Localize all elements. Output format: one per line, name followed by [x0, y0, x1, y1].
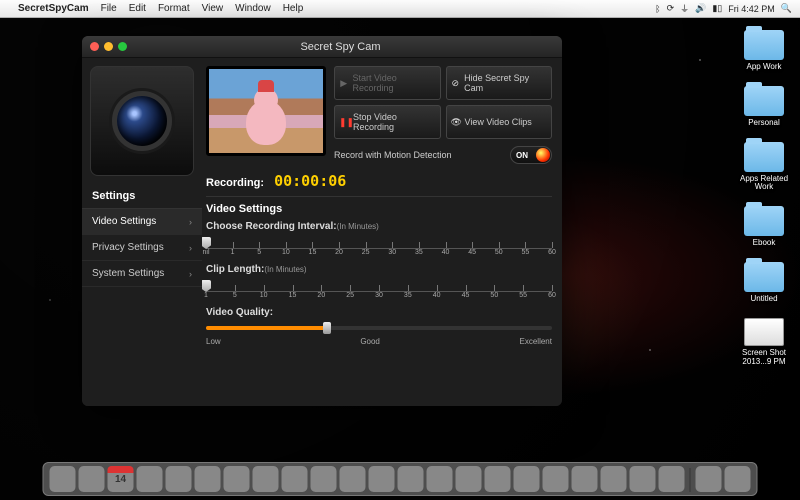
hide-icon: ⊘ — [451, 78, 461, 89]
dock-app-14[interactable] — [427, 466, 453, 492]
video-preview — [206, 66, 326, 156]
pause-icon: ❚❚ — [339, 117, 349, 128]
dock-chrome[interactable] — [485, 466, 511, 492]
menu-file[interactable]: File — [101, 3, 117, 14]
hide-app-button[interactable]: ⊘ Hide Secret Spy Cam — [446, 66, 553, 100]
sidebar-item-label: Video Settings — [92, 216, 156, 227]
dock-app-21[interactable] — [630, 466, 656, 492]
menu-window[interactable]: Window — [235, 3, 271, 14]
minimize-button[interactable] — [104, 42, 113, 51]
dock-app-20[interactable] — [601, 466, 627, 492]
battery-icon[interactable]: ▮▯ — [712, 3, 722, 14]
dock-settings[interactable] — [137, 466, 163, 492]
dock-app-6[interactable] — [195, 466, 221, 492]
spotlight-icon[interactable]: 🔍 — [781, 3, 792, 14]
desktop-icons: App Work Personal Apps Related Work Eboo… — [738, 30, 790, 366]
folder-ebook[interactable]: Ebook — [738, 206, 790, 248]
menubar-status: ᛒ ⟳ ⏚ 🔊 ▮▯ Fri 4:42 PM 🔍 — [655, 2, 792, 15]
menu-view[interactable]: View — [202, 3, 224, 14]
menubar: SecretSpyCam File Edit Format View Windo… — [0, 0, 800, 18]
app-window: Secret Spy Cam Settings Video Settings ›… — [82, 36, 562, 406]
dock-app-19[interactable] — [572, 466, 598, 492]
sidebar-item-label: Privacy Settings — [92, 242, 164, 253]
wifi-icon[interactable]: ⏚ — [680, 2, 689, 15]
chevron-right-icon: › — [189, 269, 192, 279]
sidebar-item-video[interactable]: Video Settings › — [82, 209, 202, 235]
camera-lens-icon — [112, 91, 172, 151]
dock-app-13[interactable] — [398, 466, 424, 492]
stop-recording-button[interactable]: ❚❚ Stop Video Recording — [334, 105, 441, 139]
dock-app-17[interactable] — [514, 466, 540, 492]
window-controls — [90, 42, 127, 51]
start-recording-button[interactable]: ▶ Start Video Recording — [334, 66, 441, 100]
folder-apps-related[interactable]: Apps Related Work — [738, 142, 790, 193]
menu-help[interactable]: Help — [283, 3, 304, 14]
window-title: Secret Spy Cam — [127, 41, 554, 53]
dock-app-12[interactable] — [369, 466, 395, 492]
screenshot-file[interactable]: Screen Shot 2013...9 PM — [738, 318, 790, 367]
recording-timer: 00:00:06 — [274, 172, 346, 190]
bluetooth-icon[interactable]: ᛒ — [655, 4, 660, 14]
dock-app-23[interactable] — [696, 466, 722, 492]
dock-safari[interactable] — [79, 466, 105, 492]
folder-untitled[interactable]: Untitled — [738, 262, 790, 304]
dock-app-5[interactable] — [166, 466, 192, 492]
titlebar[interactable]: Secret Spy Cam — [82, 36, 562, 58]
dock-finder[interactable] — [50, 466, 76, 492]
interval-slider[interactable]: nil151015202530354045505560 — [206, 234, 552, 258]
chevron-right-icon: › — [189, 243, 192, 253]
zoom-button[interactable] — [118, 42, 127, 51]
dock — [43, 462, 758, 496]
video-settings-heading: Video Settings — [206, 196, 552, 215]
dock-app-11[interactable] — [340, 466, 366, 492]
recording-label: Recording: — [206, 177, 264, 189]
eye-icon: 👁 — [451, 117, 461, 128]
quality-excellent: Excellent — [520, 337, 552, 346]
dock-trash[interactable] — [725, 466, 751, 492]
menu-format[interactable]: Format — [158, 3, 190, 14]
app-logo — [90, 66, 194, 176]
dock-skype[interactable] — [543, 466, 569, 492]
sidebar-item-privacy[interactable]: Privacy Settings › — [82, 235, 202, 261]
motion-detection-toggle[interactable]: ON — [510, 146, 552, 164]
app-menu[interactable]: SecretSpyCam — [18, 3, 89, 14]
clip-length-label: Clip Length:(In Minutes) — [206, 264, 552, 275]
close-button[interactable] — [90, 42, 99, 51]
sync-icon[interactable]: ⟳ — [667, 3, 675, 14]
quality-label: Video Quality: — [206, 307, 552, 318]
dock-app-8[interactable] — [253, 466, 279, 492]
clock[interactable]: Fri 4:42 PM — [728, 4, 775, 14]
folder-app-work[interactable]: App Work — [738, 30, 790, 72]
sidebar-heading: Settings — [82, 184, 202, 209]
quality-slider[interactable] — [206, 322, 552, 334]
dock-app-15[interactable] — [456, 466, 482, 492]
sidebar-item-label: System Settings — [92, 268, 164, 279]
folder-personal[interactable]: Personal — [738, 86, 790, 128]
clip-length-slider[interactable]: 151015202530354045505560 — [206, 277, 552, 301]
interval-label: Choose Recording Interval:(In Minutes) — [206, 221, 552, 232]
sidebar-item-system[interactable]: System Settings › — [82, 261, 202, 287]
dock-app-7[interactable] — [224, 466, 250, 492]
quality-low: Low — [206, 337, 221, 346]
dock-app-10[interactable] — [311, 466, 337, 492]
dock-app-22[interactable] — [659, 466, 685, 492]
dock-calendar[interactable] — [108, 466, 134, 492]
view-clips-button[interactable]: 👁 View Video Clips — [446, 105, 553, 139]
motion-detection-label: Record with Motion Detection — [334, 150, 452, 160]
toggle-knob-icon — [536, 148, 550, 162]
play-icon: ▶ — [339, 78, 348, 89]
volume-icon[interactable]: 🔊 — [695, 3, 706, 14]
quality-good: Good — [360, 337, 380, 346]
chevron-right-icon: › — [189, 217, 192, 227]
menu-edit[interactable]: Edit — [129, 3, 146, 14]
dock-app-9[interactable] — [282, 466, 308, 492]
